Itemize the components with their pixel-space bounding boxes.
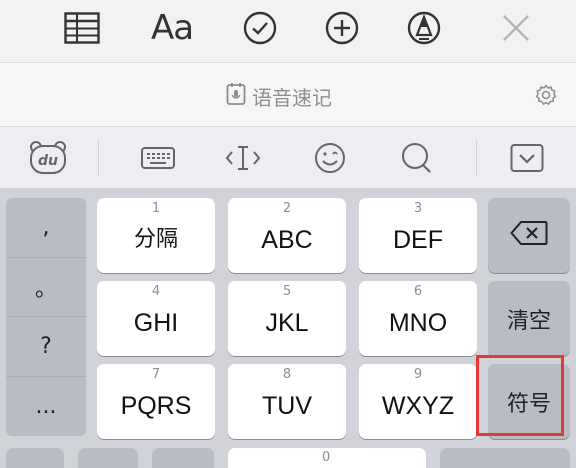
key-8[interactable]: 8 TUV: [228, 364, 346, 439]
emoji-icon[interactable]: [310, 138, 350, 178]
key-number: 7: [151, 367, 161, 382]
voice-note-label: 语音速记: [252, 85, 332, 110]
key-label: WXYZ: [381, 392, 455, 420]
highlight-box: [476, 355, 564, 436]
key-number: 9: [413, 367, 423, 382]
voice-memo-icon: [226, 82, 246, 110]
key-label: TUV: [262, 392, 312, 420]
checklist-icon[interactable]: [238, 6, 282, 50]
delete-key[interactable]: [488, 198, 570, 273]
key-9[interactable]: 9 WXYZ: [359, 364, 477, 439]
key-5[interactable]: 5 JKL: [228, 281, 346, 356]
collapse-keyboard-icon[interactable]: [507, 138, 547, 178]
key-label: DEF: [393, 226, 443, 254]
notes-toolbar: Aa: [0, 0, 576, 62]
punct-period[interactable]: 。: [6, 258, 86, 317]
close-icon[interactable]: [494, 6, 538, 50]
key-2[interactable]: 2 ABC: [228, 198, 346, 273]
key-number: 2: [282, 201, 292, 216]
bottom-key-globe[interactable]: [78, 448, 138, 468]
du-logo-icon[interactable]: du: [28, 138, 68, 178]
bottom-key-return[interactable]: [440, 448, 570, 468]
search-icon[interactable]: [396, 138, 436, 178]
key-number: 3: [413, 201, 423, 216]
key-3[interactable]: 3 DEF: [359, 198, 477, 273]
punct-question[interactable]: ?: [6, 317, 86, 377]
key-number: 1: [151, 201, 161, 216]
markup-pen-icon[interactable]: [402, 6, 446, 50]
key-1[interactable]: 1 分隔: [97, 198, 215, 273]
key-label: MNO: [388, 309, 448, 337]
punctuation-column: , 。 ? ...: [6, 198, 86, 436]
bottom-key-left[interactable]: [6, 448, 64, 468]
table-icon[interactable]: [60, 6, 104, 50]
key-number: 6: [413, 284, 423, 299]
font-format-icon[interactable]: Aa: [150, 6, 194, 50]
bottom-key-mic[interactable]: [152, 448, 214, 468]
separator: [476, 140, 477, 176]
separator: [98, 140, 99, 176]
clear-key[interactable]: 清空: [488, 281, 570, 356]
clear-key-label: 清空: [506, 308, 551, 334]
key-number: 5: [282, 284, 292, 299]
cursor-icon[interactable]: [223, 138, 263, 178]
key-label: PQRS: [120, 392, 192, 420]
key-label: 分隔: [133, 227, 178, 252]
punct-comma[interactable]: ,: [6, 198, 86, 258]
key-label: ABC: [261, 226, 313, 254]
voice-note-bar: 语音速记: [0, 62, 576, 126]
key-label: GHI: [133, 309, 179, 337]
key-label: JKL: [265, 309, 309, 337]
font-format-label: Aa: [150, 8, 194, 48]
key-number: 4: [151, 284, 161, 299]
key-4[interactable]: 4 GHI: [97, 281, 215, 356]
backspace-icon: [510, 220, 548, 252]
key-7[interactable]: 7 PQRS: [97, 364, 215, 439]
punct-ellipsis[interactable]: ...: [6, 377, 86, 437]
key-number: 8: [282, 367, 292, 382]
key-6[interactable]: 6 MNO: [359, 281, 477, 356]
keyboard-icon[interactable]: [138, 138, 178, 178]
svg-text:du: du: [38, 153, 58, 169]
add-icon[interactable]: [320, 6, 364, 50]
gear-icon[interactable]: [534, 83, 558, 107]
voice-note-button[interactable]: 语音速记: [226, 82, 332, 110]
ime-toolbar: du: [0, 126, 576, 188]
space-key-number: 0: [322, 450, 331, 465]
